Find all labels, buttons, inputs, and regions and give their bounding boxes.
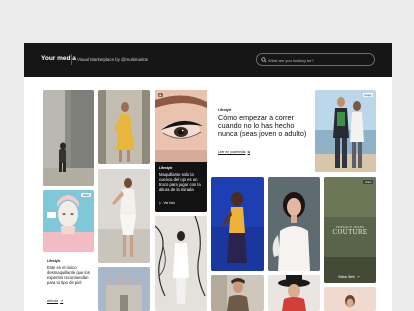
video-badge: Video (81, 193, 91, 198)
photo-street (43, 90, 94, 186)
photo-tile-yellow-top[interactable] (211, 177, 264, 271)
photo-beach-couple (315, 90, 376, 172)
search-placeholder: What are you looking for? (268, 57, 314, 63)
versace-link[interactable]: Visitar Web ↗ (338, 275, 360, 279)
photo-white-outfit (98, 169, 150, 263)
photo-tile-beach-couple[interactable]: Image (315, 90, 376, 172)
photo-tile-cathedral[interactable] (98, 267, 150, 311)
photo-cathedral (98, 267, 150, 311)
search-input[interactable]: What are you looking for? (256, 53, 375, 66)
small-article-link[interactable]: Artículo ↗ (47, 299, 63, 303)
versace-brand-line-2: COUTURE (332, 229, 368, 236)
photo-tile-facemask[interactable]: Video (43, 190, 94, 252)
small-article-section: Lifestyle (47, 259, 61, 263)
photo-yellow-dress (98, 90, 150, 164)
photo-man (211, 275, 264, 311)
play-icon: ▶ (158, 93, 164, 98)
photo-tile-yellow-dress[interactable] (98, 90, 150, 164)
tagline: Visual Marketplace by @multimarkts (77, 56, 148, 62)
photo-tile-white-outfit[interactable] (98, 169, 150, 263)
play-icon-small: ▷ (159, 201, 162, 205)
photo-tile-portrait[interactable] (268, 177, 320, 271)
photo-yellow-top (211, 177, 264, 271)
external-link-icon: ⧉ (247, 150, 251, 154)
photo-mural (155, 216, 207, 311)
search-icon (261, 56, 267, 62)
photo-pink (324, 287, 376, 311)
versace-link-label: Visitar Web (338, 275, 355, 279)
app-window: Your media Visual Marketplace by @multim… (24, 43, 392, 311)
photo-facemask (43, 190, 94, 252)
makeup-title: Maquillarse solo la cuenca del ojo es un… (159, 172, 201, 192)
arrow-icon: ↗ (60, 299, 64, 303)
image-badge: Image (362, 93, 373, 98)
photo-tile-pink[interactable] (324, 287, 376, 311)
small-article-link-label: Artículo (47, 299, 59, 303)
photo-eye-makeup (155, 90, 207, 212)
top-bar: Your media Visual Marketplace by @multim… (24, 43, 392, 77)
makeup-link[interactable]: ▷ Ver foto (159, 201, 175, 205)
makeup-section: Lifestyle (159, 166, 173, 170)
small-article-title[interactable]: Este es el único desmaquillante que los … (47, 265, 93, 285)
photo-tile-hat[interactable] (268, 275, 320, 311)
photo-hat (268, 275, 320, 311)
photo-tile-street[interactable] (43, 90, 94, 186)
photo-tile-man[interactable] (211, 275, 264, 311)
makeup-link-label: Ver foto (163, 201, 175, 205)
feature-section: Lifestyle (218, 108, 232, 112)
feature-title[interactable]: Cómo empezar a correr cuando no lo has h… (218, 114, 310, 138)
makeup-video-card[interactable]: ▶ Lifestyle Maquillarse solo la cuenca d… (155, 90, 207, 212)
video-badge-versace: Video (363, 180, 373, 185)
header-divider (71, 54, 72, 65)
feature-link[interactable]: Leer en yourmedia ⧉ (218, 150, 250, 154)
arrow-icon: ↗ (356, 275, 360, 279)
photo-tile-mural[interactable] (155, 216, 207, 311)
photo-portrait (268, 177, 320, 271)
feature-link-label: Leer en yourmedia (218, 150, 246, 154)
versace-card[interactable]: Video VERSACE JEANS COUTURE Visitar Web ↗ (324, 177, 376, 283)
